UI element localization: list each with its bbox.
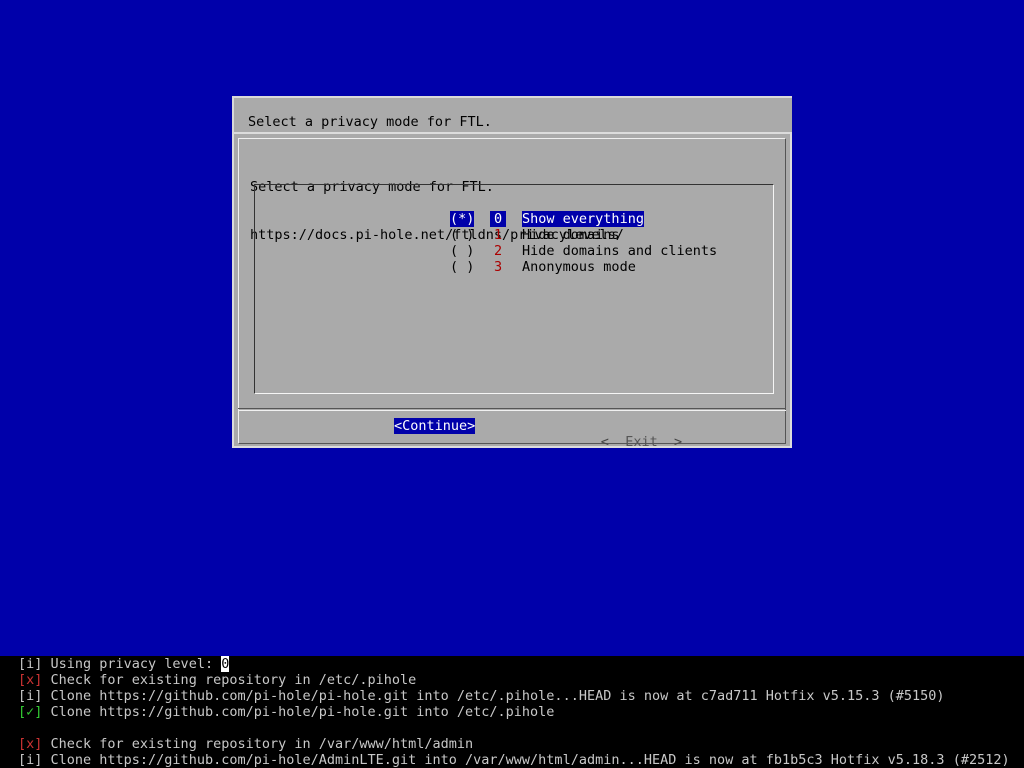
terminal-output: [i] Using privacy level: 0 [x] Check for… bbox=[0, 656, 1024, 768]
chevron-right-icon: > bbox=[673, 434, 683, 450]
line-text: Clone https://github.com/pi-hole/pi-hole… bbox=[42, 704, 555, 720]
privacy-mode-dialog: Select a privacy mode for FTL. https://d… bbox=[232, 132, 792, 450]
option-label: Anonymous mode bbox=[522, 259, 636, 275]
exit-button[interactable]: < Exit > bbox=[552, 418, 682, 450]
radio-indicator: ( ) bbox=[450, 259, 475, 275]
exit-label: Exit bbox=[625, 434, 658, 450]
line-text: Check for existing repository in /var/ww… bbox=[42, 736, 474, 752]
terminal-line: [i] Clone https://github.com/pi-hole/pi-… bbox=[18, 688, 945, 704]
stale-dialog-remnant: Select a privacy mode for FTL. bbox=[232, 96, 792, 136]
line-text: Clone https://github.com/pi-hole/pi-hole… bbox=[42, 688, 945, 704]
continue-button[interactable]: <Continue> bbox=[394, 418, 476, 434]
line-text: Using privacy level: bbox=[42, 656, 222, 672]
option-show-everything[interactable]: (*) 0 Show everything bbox=[385, 195, 644, 227]
terminal-line: [i] Clone https://github.com/pi-hole/Adm… bbox=[18, 752, 1010, 768]
terminal-line: [✓] Clone https://github.com/pi-hole/pi-… bbox=[18, 704, 554, 720]
option-hide-domains-and-clients[interactable]: ( ) 2 Hide domains and clients bbox=[385, 227, 717, 259]
fail-badge: [x] bbox=[18, 736, 43, 752]
option-tag: 3 bbox=[494, 259, 503, 275]
option-hide-domains[interactable]: ( ) 1 Hide domains bbox=[385, 211, 620, 243]
info-badge: [i] bbox=[18, 688, 43, 704]
privacy-level-value: 0 bbox=[221, 656, 230, 672]
option-anonymous-mode[interactable]: ( ) 3 Anonymous mode bbox=[385, 243, 636, 275]
line-text: Clone https://github.com/pi-hole/AdminLT… bbox=[42, 752, 1010, 768]
button-bar-divider bbox=[238, 408, 786, 411]
terminal-line: [x] Check for existing repository in /va… bbox=[18, 736, 473, 752]
info-badge: [i] bbox=[18, 752, 43, 768]
line-text: Check for existing repository in /etc/.p… bbox=[42, 672, 417, 688]
stale-dialog-text: Select a privacy mode for FTL. bbox=[248, 114, 492, 130]
terminal-line: [x] Check for existing repository in /et… bbox=[18, 672, 416, 688]
success-badge: [✓] bbox=[18, 704, 43, 720]
info-badge: [i] bbox=[18, 656, 43, 672]
screen: Select a privacy mode for FTL. Select a … bbox=[0, 0, 1024, 768]
fail-badge: [x] bbox=[18, 672, 43, 688]
terminal-line: [i] Using privacy level: 0 bbox=[18, 656, 230, 672]
privacy-options-list[interactable]: (*) 0 Show everything ( ) 1 Hide domains ( )… bbox=[254, 184, 774, 394]
chevron-left-icon: < bbox=[600, 434, 609, 450]
